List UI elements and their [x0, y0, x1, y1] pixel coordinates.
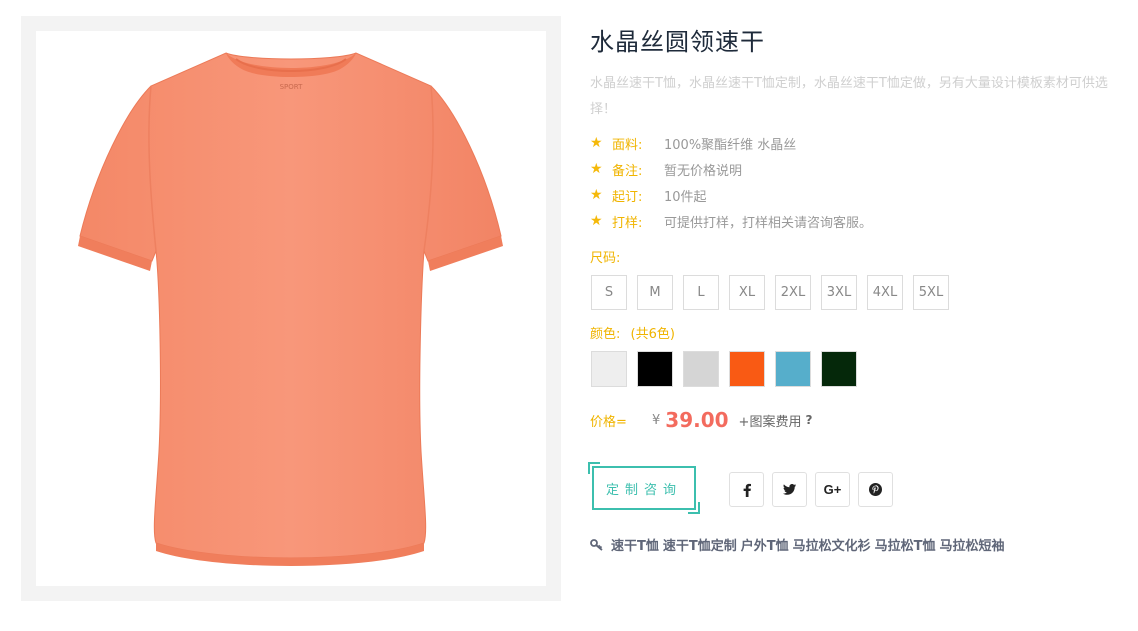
size-label: 尺码: [590, 251, 621, 266]
star-icon: ★ [590, 187, 603, 203]
consult-button[interactable]: 定制咨询 [592, 466, 696, 510]
size-option-l[interactable]: L [683, 275, 719, 310]
social-share: G+ [729, 472, 893, 507]
spec-moq: ★ 起订: 10件起 [590, 185, 707, 205]
spec-sample: ★ 打样: 可提供打样，打样相关请咨询客服。 [590, 211, 872, 231]
color-swatch-black[interactable] [637, 351, 673, 387]
color-swatch-gray[interactable] [683, 351, 719, 387]
twitter-icon[interactable] [772, 472, 807, 507]
product-title: 水晶丝圆领速干 [590, 28, 765, 56]
spec-value: 10件起 [664, 189, 707, 205]
size-option-s[interactable]: S [591, 275, 627, 310]
spec-value: 100%聚酯纤维 水晶丝 [664, 137, 797, 153]
color-options [591, 351, 857, 387]
help-icon[interactable]: ? [805, 413, 812, 427]
color-label: 颜色: [590, 327, 621, 342]
color-swatch-blue[interactable] [775, 351, 811, 387]
price-label: 价格= [590, 414, 627, 430]
extra-fee: +图案费用 [738, 414, 802, 430]
facebook-icon[interactable] [729, 472, 764, 507]
shirt-logo-text: SPORT [280, 83, 304, 91]
tag-link[interactable]: 速干T恤 [611, 535, 659, 554]
tag-link[interactable]: 户外T恤 [741, 535, 789, 554]
spec-label: 面料: [612, 137, 643, 153]
size-options: S M L XL 2XL 3XL 4XL 5XL [591, 275, 949, 310]
price-value: 39.00 [665, 408, 729, 432]
spec-label: 打样: [612, 215, 643, 231]
star-icon: ★ [590, 213, 603, 229]
size-option-4xl[interactable]: 4XL [867, 275, 903, 310]
tag-link[interactable]: 马拉松文化衫 [793, 535, 871, 554]
product-image[interactable]: SPORT [36, 31, 546, 586]
tag-link[interactable]: 马拉松T恤 [875, 535, 936, 554]
spec-value: 可提供打样，打样相关请咨询客服。 [664, 215, 873, 231]
color-swatch-orange[interactable] [729, 351, 765, 387]
spec-value: 暂无价格说明 [664, 163, 743, 179]
spec-fabric: ★ 面料: 100%聚酯纤维 水晶丝 [590, 133, 796, 153]
t-shirt-image: SPORT [78, 52, 503, 566]
size-option-2xl[interactable]: 2XL [775, 275, 811, 310]
key-icon [590, 538, 606, 551]
spec-label: 起订: [612, 189, 643, 205]
size-option-5xl[interactable]: 5XL [913, 275, 949, 310]
product-image-panel: SPORT [21, 16, 561, 601]
spec-note: ★ 备注: 暂无价格说明 [590, 159, 742, 179]
currency-symbol: ¥ [652, 412, 661, 428]
google-plus-glyph: G+ [823, 482, 842, 497]
pinterest-icon[interactable] [858, 472, 893, 507]
star-icon: ★ [590, 135, 603, 151]
size-option-3xl[interactable]: 3XL [821, 275, 857, 310]
size-option-m[interactable]: M [637, 275, 673, 310]
star-icon: ★ [590, 161, 603, 177]
google-plus-icon[interactable]: G+ [815, 472, 850, 507]
tag-link[interactable]: 速干T恤定制 [663, 535, 737, 554]
color-swatch-dark-green[interactable] [821, 351, 857, 387]
tag-link[interactable]: 马拉松短袖 [940, 535, 1005, 554]
price-row: 价格= ¥ 39.00 +图案费用 ? [590, 406, 812, 434]
product-description: 水晶丝速干T恤，水晶丝速干T恤定制，水晶丝速干T恤定做，另有大量设计模板素材可供… [590, 76, 1108, 117]
size-option-xl[interactable]: XL [729, 275, 765, 310]
consult-button-wrap: 定制咨询 [588, 462, 700, 514]
corner-decoration [688, 502, 700, 514]
tags-row: 速干T恤 速干T恤定制 户外T恤 马拉松文化衫 马拉松T恤 马拉松短袖 [590, 535, 1009, 554]
spec-label: 备注: [612, 163, 643, 179]
color-swatch-white[interactable] [591, 351, 627, 387]
color-label-row: 颜色: (共6色) [590, 323, 675, 342]
color-count: (共6色) [630, 327, 675, 342]
